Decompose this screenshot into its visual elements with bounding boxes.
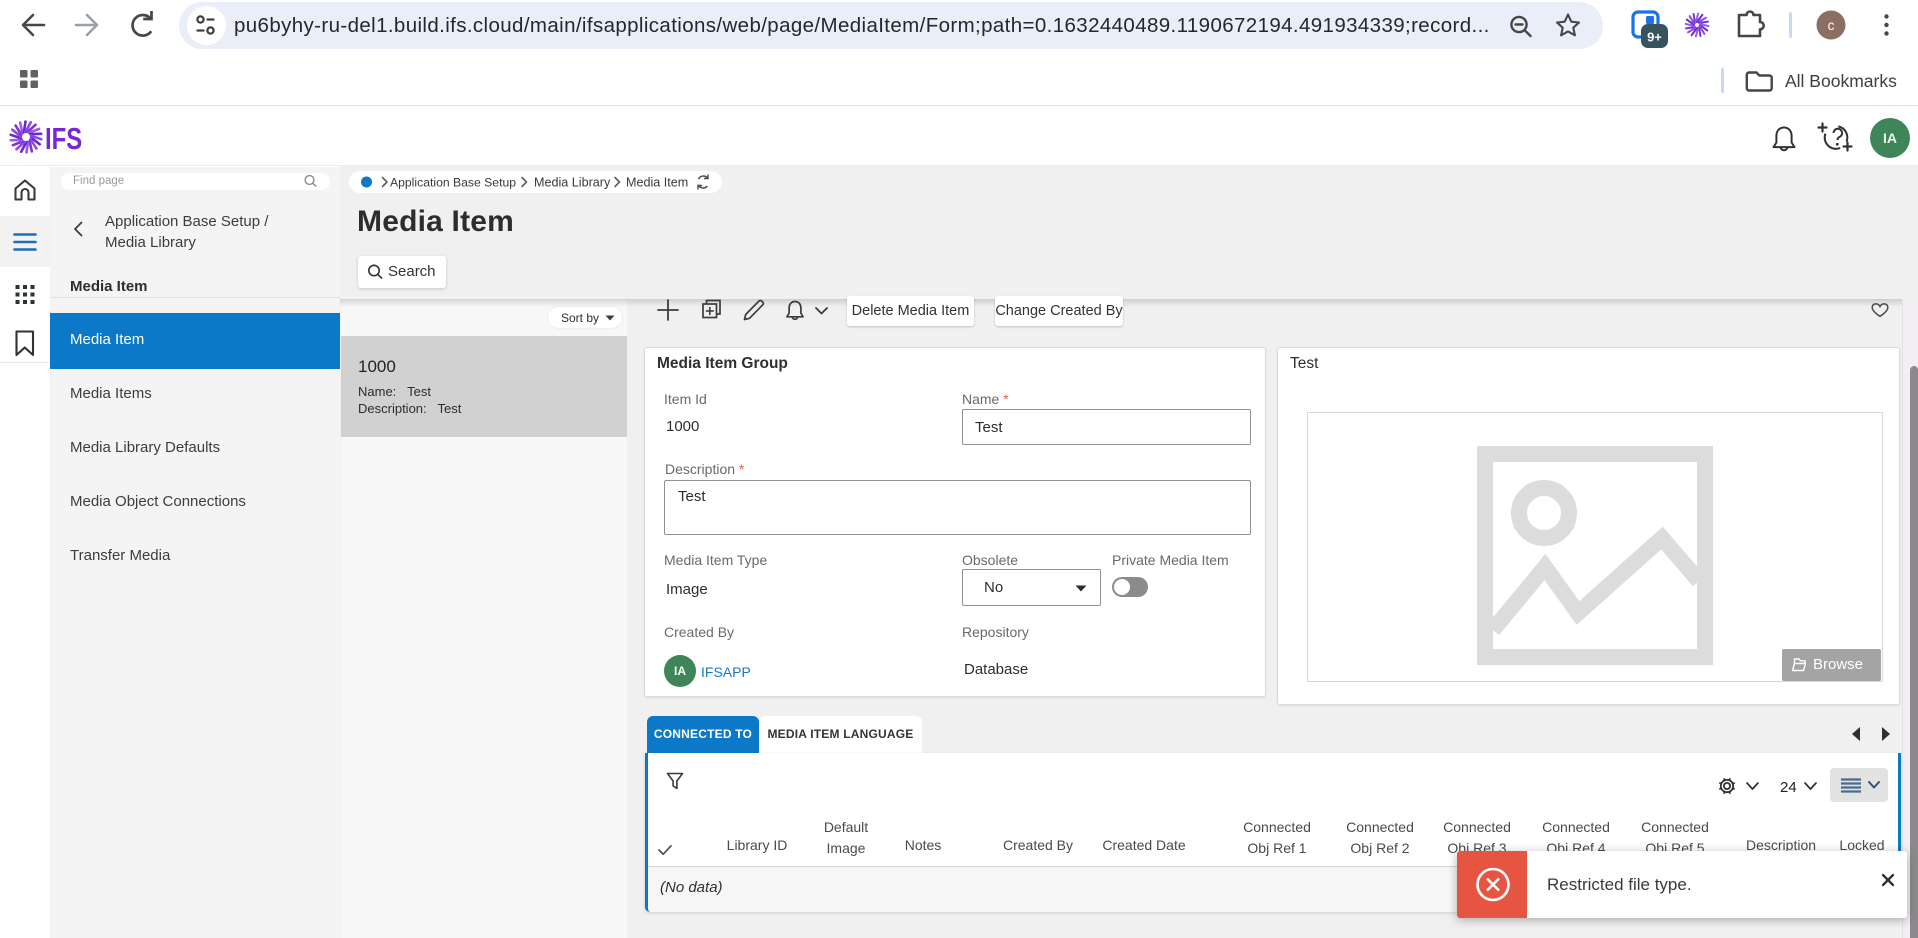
svg-text:24: 24 [1780, 779, 1797, 796]
svg-text:IA: IA [1883, 130, 1897, 146]
svg-text:All Bookmarks: All Bookmarks [1785, 71, 1897, 91]
svg-text:Media Item: Media Item [626, 176, 688, 190]
svg-text:c: c [1828, 18, 1835, 33]
svg-text:9+: 9+ [1647, 30, 1662, 45]
svg-text:Media Library: Media Library [534, 176, 611, 190]
svg-text:Application Base Setup: Application Base Setup [390, 176, 516, 190]
